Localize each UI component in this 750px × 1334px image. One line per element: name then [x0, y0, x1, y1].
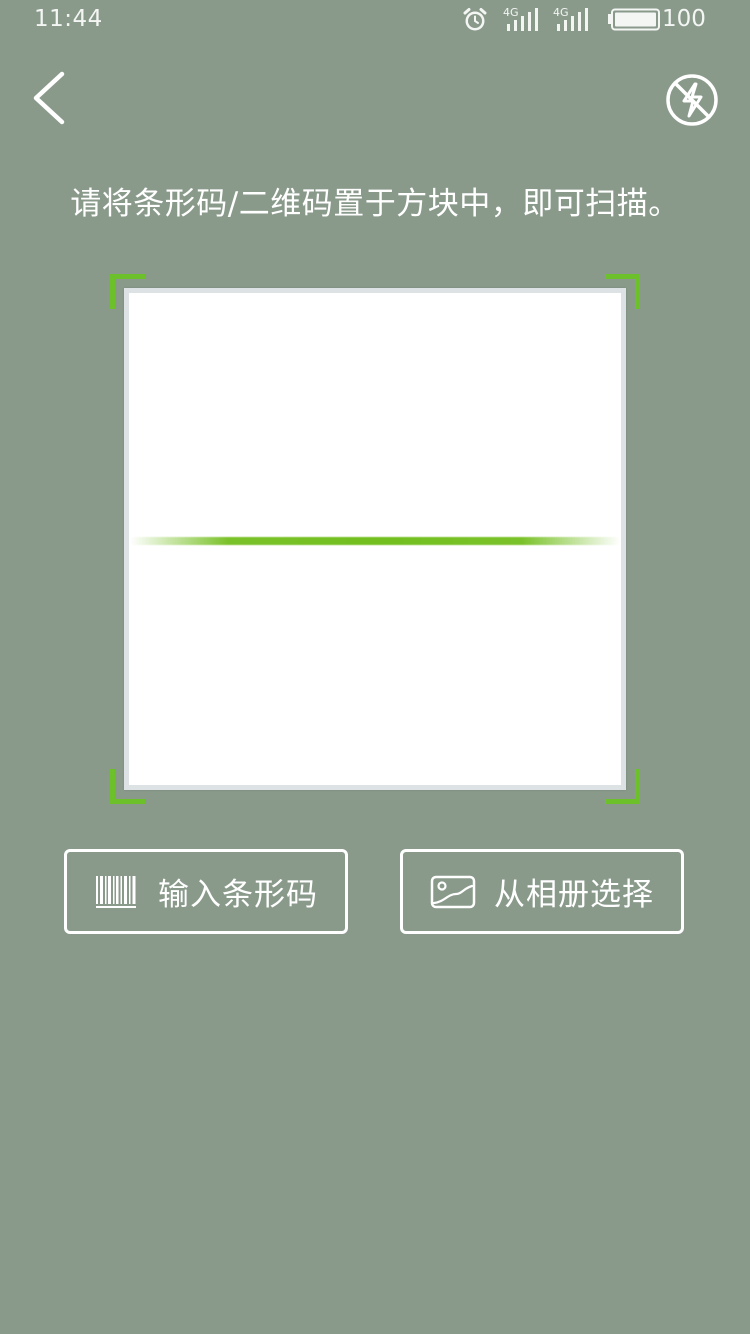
alarm-icon [463, 8, 487, 31]
image-icon [430, 874, 476, 910]
flash-off-icon [666, 74, 718, 126]
choose-from-album-label: 从相册选择 [494, 877, 654, 913]
chevron-left-icon [33, 71, 65, 125]
scan-line [130, 537, 620, 545]
signal-icon [507, 8, 538, 31]
scan-viewfinder [124, 288, 626, 790]
scan-frame [110, 274, 640, 804]
battery-icon [608, 8, 660, 31]
enter-barcode-label: 输入条形码 [158, 877, 318, 913]
signal-icon [557, 8, 588, 31]
scan-instruction: 请将条形码/二维码置于方块中，即可扫描。 [70, 186, 680, 222]
barcode-icon [94, 874, 140, 910]
battery-level: 100 [662, 6, 706, 32]
choose-from-album-button[interactable]: 从相册选择 [400, 849, 684, 934]
enter-barcode-button[interactable]: 输入条形码 [64, 849, 348, 934]
flash-toggle-button[interactable] [660, 68, 724, 132]
back-button[interactable] [20, 62, 80, 134]
status-bar: 11:44 4G 4G 100 [0, 0, 750, 40]
status-time: 11:44 [34, 6, 103, 32]
